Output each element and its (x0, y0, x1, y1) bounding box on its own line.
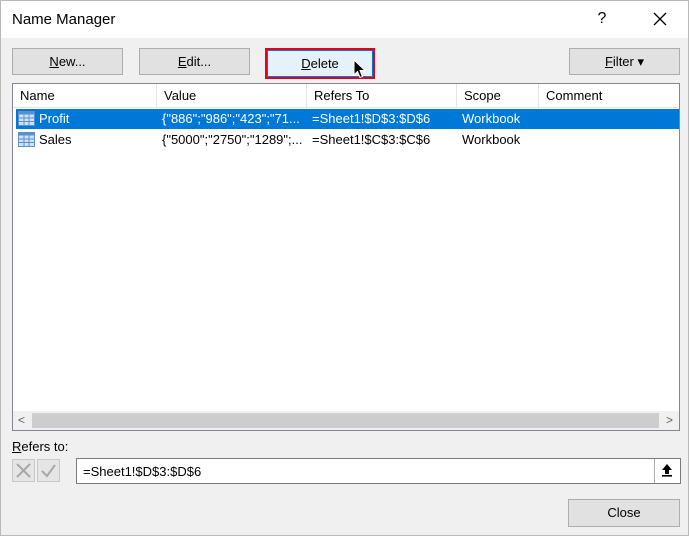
new-button-label: ew... (58, 54, 86, 69)
refers-to-label: Refers to: (12, 439, 68, 454)
delete-button-label-hotkey: D (301, 56, 311, 71)
refers-to-label-hotkey: R (12, 439, 22, 454)
refers-to-input[interactable] (76, 458, 681, 484)
names-list[interactable]: Name Value Refers To Scope Comment Profi… (12, 83, 680, 431)
grid-icon (18, 111, 35, 126)
column-header-value[interactable]: Value (157, 84, 307, 107)
delete-button-label: elete (310, 56, 339, 71)
new-button-label-hotkey: N (49, 54, 59, 69)
column-header-refers-to[interactable]: Refers To (307, 84, 457, 107)
confirm-edit-button[interactable] (37, 459, 60, 482)
chevron-down-icon: ▾ (637, 54, 645, 69)
help-button[interactable]: ? (589, 7, 615, 31)
horizontal-scrollbar[interactable]: < > (13, 411, 679, 430)
title-bar: Name Manager ? (1, 1, 688, 38)
cell-scope: Workbook (462, 111, 521, 126)
filter-button-label-hotkey: F (604, 54, 613, 69)
filter-button-label: ilter (612, 54, 634, 69)
cell-name: Sales (39, 132, 72, 147)
cell-value: {"886";"986";"423";"71... (162, 111, 300, 126)
cell-comment (544, 130, 674, 150)
column-header-comment[interactable]: Comment (539, 84, 679, 107)
mouse-pointer-icon (353, 59, 367, 79)
table-row[interactable]: Sales {"5000";"2750";"1289";... =Sheet1!… (16, 130, 679, 150)
new-button[interactable]: New... (12, 48, 123, 75)
upload-arrow-icon (662, 464, 672, 477)
scroll-right-arrow[interactable]: > (661, 411, 678, 430)
collapse-dialog-button[interactable] (654, 459, 680, 483)
cell-name: Profit (39, 111, 70, 126)
cell-scope: Workbook (462, 132, 521, 147)
cell-refers-to: =Sheet1!$D$3:$D$6 (312, 111, 431, 126)
cell-comment (544, 109, 674, 129)
edit-button-label: dit... (186, 54, 212, 69)
filter-button[interactable]: Filter ▾ (569, 48, 680, 75)
cell-refers-to: =Sheet1!$C$3:$C$6 (312, 132, 431, 147)
table-row[interactable]: Profit {"886";"986";"423";"71... =Sheet1… (16, 109, 679, 129)
edit-button[interactable]: Edit... (139, 48, 250, 75)
edit-button-label-hotkey: E (177, 54, 187, 69)
name-manager-dialog: Name Manager ? New... Edit... Delete Fil… (0, 0, 689, 536)
check-icon (41, 464, 56, 478)
refers-to-label-text: efers to: (21, 439, 69, 454)
cell-value: {"5000";"2750";"1289";... (162, 132, 303, 147)
column-header-name[interactable]: Name (13, 84, 157, 107)
close-button[interactable]: Close (568, 499, 680, 527)
column-header-scope[interactable]: Scope (457, 84, 539, 107)
close-icon[interactable] (646, 7, 674, 31)
scrollbar-thumb[interactable] (32, 413, 659, 428)
scroll-left-arrow[interactable]: < (13, 411, 30, 430)
grid-icon (18, 132, 35, 147)
x-icon (16, 463, 31, 478)
cancel-edit-button[interactable] (12, 459, 35, 482)
dialog-title: Name Manager (12, 11, 116, 28)
list-header: Name Value Refers To Scope Comment (13, 84, 679, 108)
